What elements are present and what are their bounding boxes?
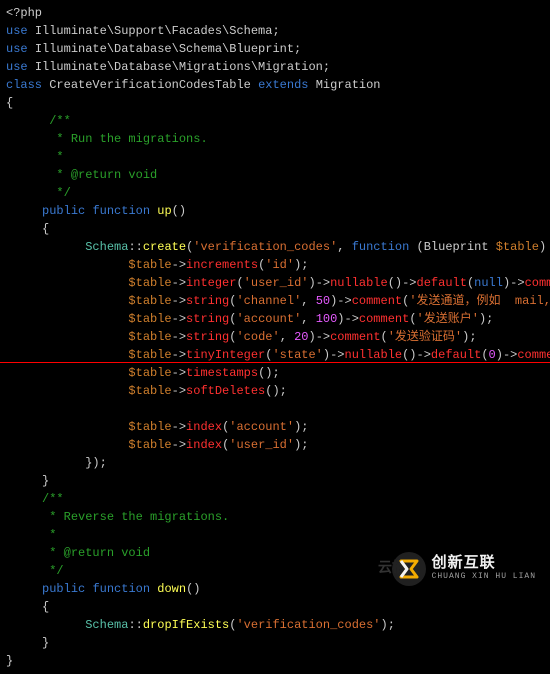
str: '发送账户' (417, 312, 479, 326)
ns: Illuminate\Database\Migrations\Migration… (35, 60, 330, 74)
str: 'account' (236, 312, 301, 326)
doc-line: * (49, 150, 63, 164)
kw-function: function (92, 204, 150, 218)
var: $table (496, 240, 539, 254)
fn-down: down (157, 582, 186, 596)
method: timestamps (186, 366, 258, 380)
op: :: (128, 618, 142, 632)
str: 'code' (236, 330, 279, 344)
str: 'verification_codes' (236, 618, 380, 632)
method: string (186, 330, 229, 344)
doc-line: * @return void (49, 168, 157, 182)
doc-line: /** (49, 114, 71, 128)
code-block: <?php use Illuminate\Support\Facades\Sch… (0, 0, 550, 674)
doc-line: * @return void (42, 546, 150, 560)
kw-use: use (6, 24, 28, 38)
drop: dropIfExists (143, 618, 229, 632)
method: index (186, 438, 222, 452)
str: 'id' (265, 258, 294, 272)
method: default (417, 276, 467, 290)
method: nullable (330, 276, 388, 290)
num: 20 (294, 330, 308, 344)
str: '发送通道，例如 mail, sms' (409, 294, 550, 308)
doc-line: */ (42, 564, 64, 578)
var: $table (128, 330, 171, 344)
method: nullable (345, 348, 403, 362)
kw-extends: extends (258, 78, 308, 92)
method: comment (517, 348, 550, 362)
schema: Schema (85, 618, 128, 632)
str: 'user_id' (244, 276, 309, 290)
doc-line: */ (49, 186, 71, 200)
num: 50 (316, 294, 330, 308)
var: $table (128, 420, 171, 434)
class-name: CreateVerificationCodesTable (49, 78, 251, 92)
str: 'channel' (236, 294, 301, 308)
kw-public: public (42, 582, 85, 596)
kw-fn: function (352, 240, 410, 254)
str: 'state' (272, 348, 322, 362)
doc-line: * (42, 528, 56, 542)
fn-up: up (157, 204, 171, 218)
method: index (186, 420, 222, 434)
type: Blueprint (424, 240, 489, 254)
method: increments (186, 258, 258, 272)
var: $table (128, 366, 171, 380)
doc-line: * Reverse the migrations. (42, 510, 229, 524)
kw-public: public (42, 204, 85, 218)
op: :: (128, 240, 142, 254)
num: 100 (316, 312, 338, 326)
kw-use: use (6, 60, 28, 74)
method: comment (359, 312, 409, 326)
paren: ( (417, 240, 424, 254)
method: comment (352, 294, 402, 308)
kw-function: function (92, 582, 150, 596)
str: 'verification_codes' (193, 240, 337, 254)
str: 'account' (229, 420, 294, 434)
method: softDeletes (186, 384, 265, 398)
method: comment (330, 330, 380, 344)
schema: Schema (85, 240, 128, 254)
var: $table (128, 438, 171, 452)
method: comment (525, 276, 550, 290)
doc-line: /** (42, 492, 64, 506)
php-open: <?php (6, 6, 42, 20)
num: 0 (489, 348, 496, 362)
create: create (143, 240, 186, 254)
str: 'user_id' (229, 438, 294, 452)
var: $table (128, 294, 171, 308)
kw-use: use (6, 42, 28, 56)
var: $table (128, 276, 171, 290)
kw-class: class (6, 78, 42, 92)
str: '发送验证码' (388, 330, 462, 344)
ns: Illuminate\Support\Facades\Schema; (35, 24, 280, 38)
method: default (431, 348, 481, 362)
parent-class: Migration (316, 78, 381, 92)
method: string (186, 312, 229, 326)
doc-line: * Run the migrations. (49, 132, 207, 146)
var: $table (128, 348, 171, 362)
close-cb: }); (85, 456, 107, 470)
args: () (186, 582, 200, 596)
method: string (186, 294, 229, 308)
method: integer (186, 276, 236, 290)
method: tinyInteger (186, 348, 265, 362)
ns: Illuminate\Database\Schema\Blueprint; (35, 42, 301, 56)
args: () (172, 204, 186, 218)
close: ) { (539, 240, 550, 254)
null: null (474, 276, 503, 290)
var: $table (128, 312, 171, 326)
var: $table (128, 384, 171, 398)
var: $table (128, 258, 171, 272)
